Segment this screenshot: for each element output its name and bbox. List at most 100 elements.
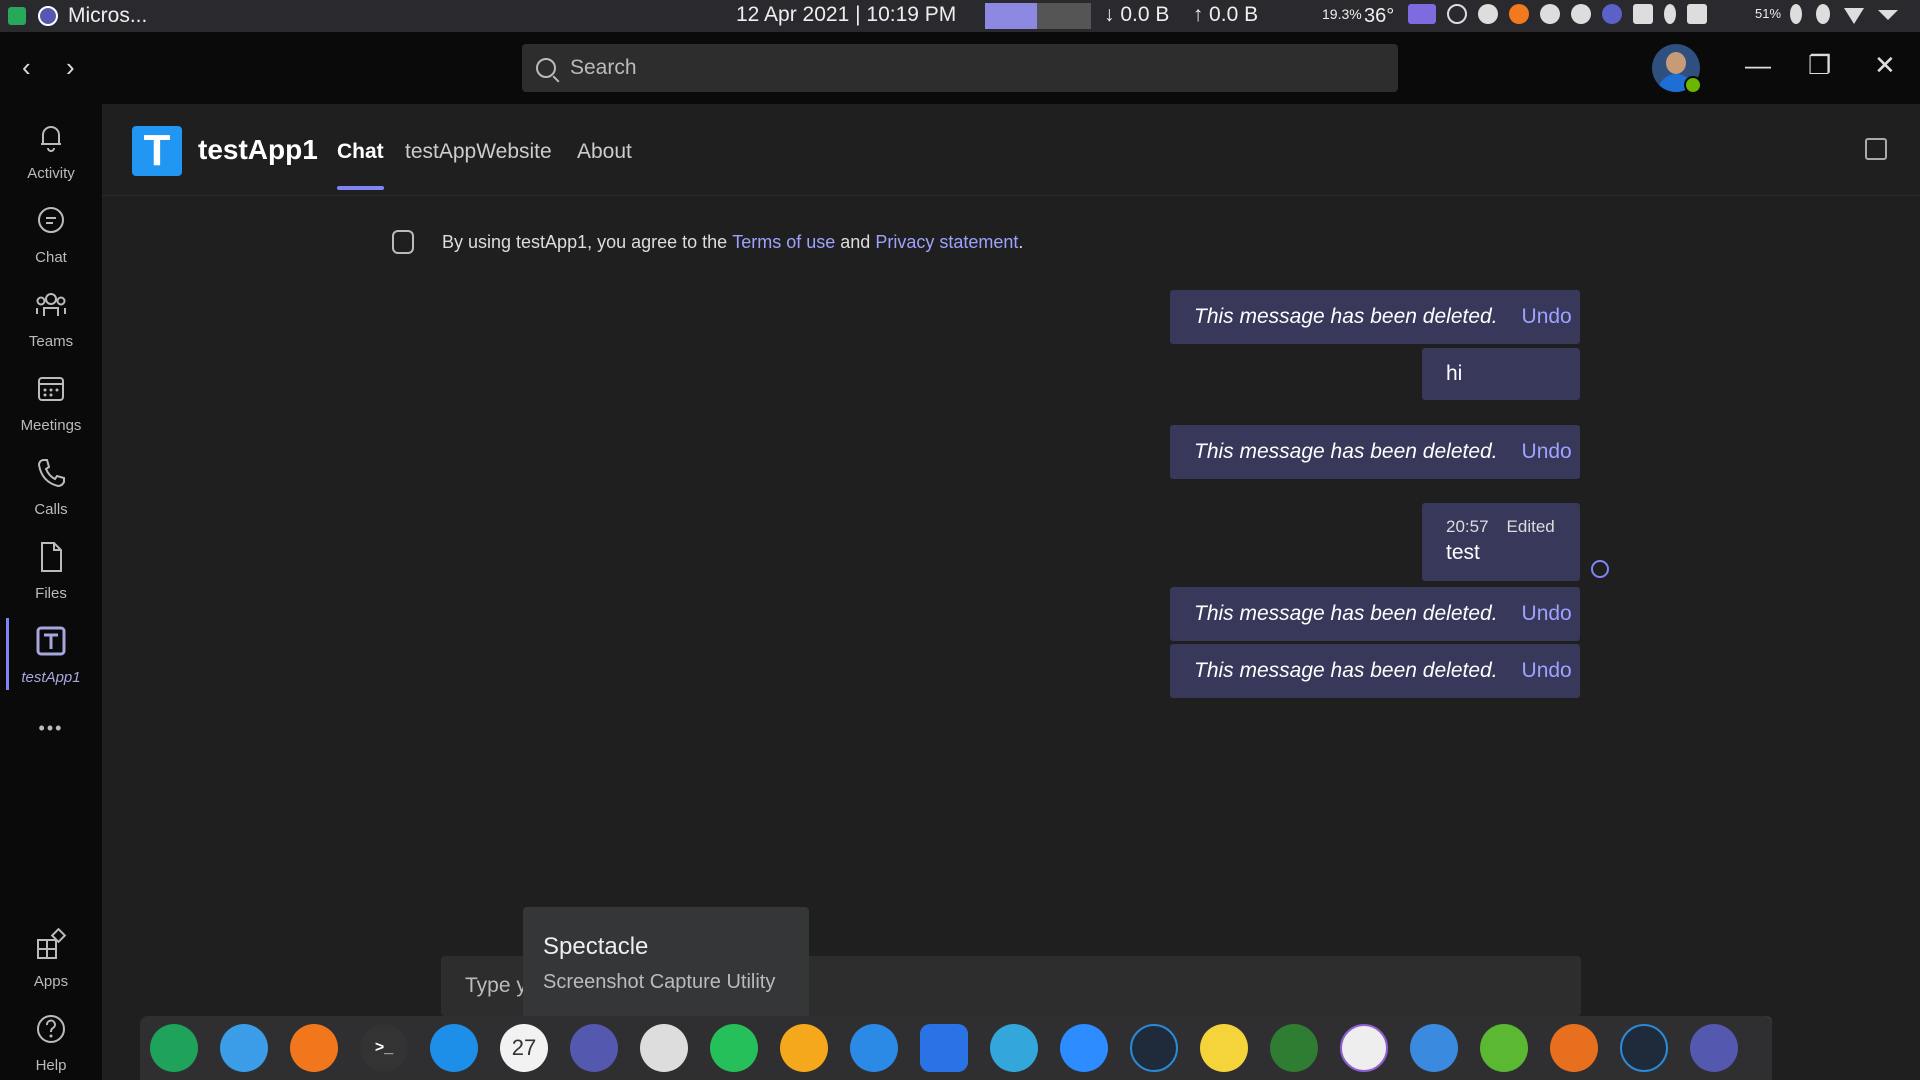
system-clock[interactable]: 12 Apr 2021 | 10:19 PM <box>736 3 956 27</box>
edited-label: Edited <box>1506 517 1555 536</box>
firefox-app-icon[interactable] <box>290 1024 338 1072</box>
cpu-graph <box>985 3 1091 29</box>
cloud-app-icon[interactable] <box>1410 1024 1458 1072</box>
rail-item-activity[interactable]: Activity <box>0 120 102 182</box>
rail-item-testapp1[interactable]: testApp1 <box>0 618 102 690</box>
rail-label: testApp1 <box>21 669 81 686</box>
search-input[interactable] <box>570 56 1370 80</box>
vscode-insiders-app-icon[interactable] <box>1620 1024 1668 1072</box>
popout-icon[interactable] <box>1865 138 1887 160</box>
page-title: testApp1 <box>198 134 318 165</box>
dock-tooltip: Spectacle Screenshot Capture Utility <box>523 907 809 1017</box>
right-tray <box>1790 4 1898 24</box>
restore-button[interactable]: ❐ <box>1808 50 1831 81</box>
message-time: 20:57 <box>1446 517 1489 536</box>
whatsapp-app-icon[interactable] <box>710 1024 758 1072</box>
tab-about[interactable]: About <box>577 140 632 164</box>
notifications-icon[interactable] <box>1816 4 1830 24</box>
sync-app-icon[interactable] <box>1550 1024 1598 1072</box>
search-bar[interactable] <box>522 44 1398 92</box>
safari-app-icon[interactable] <box>850 1024 898 1072</box>
info-icon[interactable] <box>1571 4 1591 24</box>
notes-app-icon[interactable] <box>430 1024 478 1072</box>
volume-icon[interactable] <box>1687 4 1707 24</box>
app-menu-icon[interactable] <box>8 7 26 25</box>
rail-label: Help <box>35 1057 67 1074</box>
teams-tray-icon[interactable] <box>1602 4 1622 24</box>
todo-app-icon[interactable] <box>920 1024 968 1072</box>
active-app-indicator[interactable]: Micros... <box>0 0 155 32</box>
forward-button[interactable]: › <box>66 52 75 83</box>
hub-icon[interactable] <box>1540 4 1560 24</box>
deleted-text: This message has been deleted. <box>1194 659 1498 682</box>
help-icon <box>37 1015 65 1043</box>
notification-bell-icon[interactable] <box>1478 4 1498 24</box>
deleted-text: This message has been deleted. <box>1194 440 1498 463</box>
calendar-app-icon[interactable]: 27 <box>500 1024 548 1072</box>
minimize-button[interactable]: — <box>1745 50 1771 81</box>
rail-item-apps[interactable]: Apps <box>0 927 102 990</box>
undo-button[interactable]: Undo <box>1522 659 1572 683</box>
flame-icon[interactable] <box>1509 4 1529 24</box>
search-tray-icon[interactable] <box>1447 4 1467 24</box>
undo-button[interactable]: Undo <box>1522 305 1572 329</box>
teams-active-dock-icon[interactable] <box>1690 1024 1738 1072</box>
terminal-app-icon[interactable]: >_ <box>360 1024 408 1072</box>
chat-icon <box>38 207 64 233</box>
cpu-percent: 19.3% <box>1322 6 1362 22</box>
location-icon[interactable] <box>1664 4 1676 24</box>
message-bubble[interactable]: 20:57 Edited test <box>1422 503 1580 581</box>
bluetooth-icon[interactable] <box>1790 4 1802 24</box>
net-up: ↑ 0.0 B <box>1192 3 1259 26</box>
clipboard-icon[interactable] <box>1633 4 1653 24</box>
message-text: test <box>1446 541 1480 564</box>
network-speed: ↓ 0.0 B ↑ 0.0 B <box>1104 3 1258 27</box>
finder-app-icon[interactable] <box>220 1024 268 1072</box>
telegram-app-icon[interactable] <box>990 1024 1038 1072</box>
duolingo-app-icon[interactable] <box>1480 1024 1528 1072</box>
vscode-app-icon[interactable] <box>1130 1024 1178 1072</box>
rail-item-files[interactable]: Files <box>0 540 102 602</box>
search-icon <box>536 58 556 78</box>
tab-testappwebsite[interactable]: testAppWebsite <box>405 140 552 164</box>
chevron-down-icon[interactable] <box>1878 10 1898 20</box>
spreadsheet-app-icon[interactable] <box>150 1024 198 1072</box>
apps-icon <box>37 927 67 959</box>
rail-item-calls[interactable]: Calls <box>0 456 102 518</box>
rail-item-chat[interactable]: Chat <box>0 204 102 266</box>
obsidian-app-icon[interactable] <box>1340 1024 1388 1072</box>
rail-item-meetings[interactable]: Meetings <box>0 372 102 434</box>
rail-label: Files <box>35 585 67 602</box>
tab-chat[interactable]: Chat <box>337 140 384 190</box>
camera-app-icon[interactable] <box>640 1024 688 1072</box>
back-button[interactable]: ‹ <box>22 52 31 83</box>
deleted-text: This message has been deleted. <box>1194 305 1498 328</box>
deleted-text: This message has been deleted. <box>1194 602 1498 625</box>
net-down: ↓ 0.0 B <box>1104 3 1170 26</box>
app-rail: Activity Chat Teams Meetings Calls Files… <box>0 104 102 1080</box>
file-icon <box>41 542 62 572</box>
rail-item-teams[interactable]: Teams <box>0 288 102 350</box>
wifi-icon[interactable] <box>1844 8 1864 24</box>
privacy-statement-link[interactable]: Privacy statement <box>875 232 1018 253</box>
system-monitor-icon[interactable] <box>1408 4 1436 24</box>
undo-button[interactable]: Undo <box>1522 602 1572 626</box>
undo-button[interactable]: Undo <box>1522 440 1572 464</box>
rail-item-help[interactable]: Help <box>0 1012 102 1074</box>
phone-icon <box>37 459 65 488</box>
system-tray <box>1408 4 1707 24</box>
battery-level[interactable]: 51% <box>1755 6 1781 21</box>
brave-app-icon[interactable] <box>780 1024 828 1072</box>
message-bubble[interactable]: hi <box>1422 348 1580 400</box>
deleted-message: This message has been deleted. Undo <box>1170 290 1580 344</box>
more-apps-button[interactable]: ••• <box>0 718 102 739</box>
rail-label: Calls <box>34 501 68 518</box>
dots-app-icon[interactable] <box>1270 1024 1318 1072</box>
teams-dock-icon[interactable] <box>570 1024 618 1072</box>
close-button[interactable]: ✕ <box>1874 50 1896 81</box>
terms-of-use-link[interactable]: Terms of use <box>732 232 835 253</box>
message-text: hi <box>1446 362 1463 385</box>
deleted-message: This message has been deleted. Undo <box>1170 587 1580 641</box>
emoji-app-icon[interactable] <box>1200 1024 1248 1072</box>
zoom-app-icon[interactable] <box>1060 1024 1108 1072</box>
